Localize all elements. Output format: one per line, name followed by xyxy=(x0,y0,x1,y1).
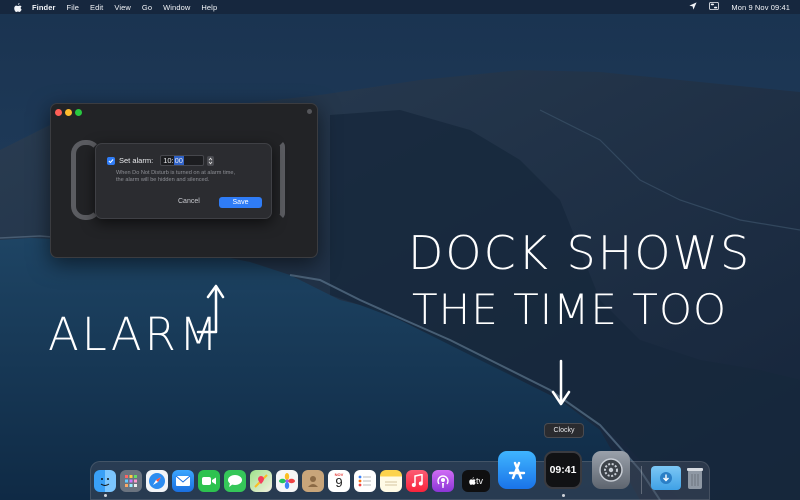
menu-edit[interactable]: Edit xyxy=(90,3,103,12)
window-minimize-button[interactable] xyxy=(65,109,72,116)
menu-window[interactable]: Window xyxy=(163,3,190,12)
menu-file[interactable]: File xyxy=(67,3,80,12)
control-center-icon[interactable] xyxy=(709,1,720,12)
trash-icon[interactable] xyxy=(685,465,705,491)
window-corner-dot xyxy=(307,109,312,114)
mail-icon[interactable] xyxy=(172,470,194,492)
arrow-down-icon xyxy=(551,359,571,406)
alarm-hours[interactable]: 10: xyxy=(163,156,173,165)
music-icon[interactable] xyxy=(406,470,428,492)
cancel-button[interactable]: Cancel xyxy=(178,198,200,205)
app-store-icon[interactable] xyxy=(498,451,536,489)
finder-icon[interactable] xyxy=(94,470,116,492)
apple-menu-icon[interactable] xyxy=(12,2,24,12)
contacts-icon[interactable] xyxy=(302,470,324,492)
podcasts-icon[interactable] xyxy=(432,470,454,492)
clock-digit-shape xyxy=(271,140,285,220)
calendar-day: 9 xyxy=(335,475,343,490)
stepper-arrows-icon xyxy=(208,157,213,164)
alarm-sheet: Set alarm: 10: 00 When Do Not Disturb is … xyxy=(95,143,272,219)
apple-tv-label: tv xyxy=(475,476,483,486)
alarm-row: Set alarm: 10: 00 xyxy=(107,155,215,166)
notes-icon[interactable] xyxy=(380,470,402,492)
apple-logo-icon xyxy=(469,477,476,485)
menu-go[interactable]: Go xyxy=(142,3,152,12)
menu-help[interactable]: Help xyxy=(201,3,217,12)
clocky-dock-time: 09:41 xyxy=(549,464,577,476)
arrow-up-icon xyxy=(196,284,225,334)
checkmark-icon xyxy=(108,158,114,163)
window-zoom-button[interactable] xyxy=(75,109,82,116)
alarm-note: When Do Not Disturb is turned on at alar… xyxy=(116,170,266,184)
dock-tooltip: Clocky xyxy=(544,423,584,438)
alarm-time-stepper[interactable] xyxy=(207,155,215,166)
menu-view[interactable]: View xyxy=(114,3,131,12)
location-arrow-icon[interactable] xyxy=(689,2,697,12)
running-indicator xyxy=(104,494,107,497)
menu-app-name[interactable]: Finder xyxy=(32,3,56,12)
alarm-note-line: the alarm will be hidden and silenced. xyxy=(116,177,210,183)
apple-tv-icon[interactable]: tv xyxy=(462,470,490,492)
photos-icon[interactable] xyxy=(276,470,298,492)
system-preferences-icon[interactable] xyxy=(592,451,630,489)
window-close-button[interactable] xyxy=(55,109,62,116)
alarm-time-field[interactable]: 10: 00 xyxy=(160,155,205,166)
reminders-icon[interactable] xyxy=(354,470,376,492)
annotation-dock-line1: DOCK SHOWS xyxy=(408,226,752,280)
set-alarm-label: Set alarm: xyxy=(119,156,154,165)
messages-icon[interactable] xyxy=(224,470,246,492)
save-button[interactable]: Save xyxy=(219,197,262,208)
facetime-icon[interactable] xyxy=(198,470,220,492)
calendar-icon[interactable]: NOV 9 xyxy=(328,470,350,492)
clocky-icon[interactable]: 09:41 xyxy=(544,451,582,489)
alarm-minutes[interactable]: 00 xyxy=(173,156,184,165)
maps-icon[interactable] xyxy=(250,470,272,492)
running-indicator xyxy=(562,494,565,497)
dock-separator xyxy=(641,466,642,494)
menu-bar: Finder File Edit View Go Window Help Mon… xyxy=(0,0,800,14)
alarm-note-line: When Do Not Disturb is turned on at alar… xyxy=(116,170,236,176)
annotation-dock-line2: THE TIME TOO xyxy=(412,285,728,334)
menu-bar-clock[interactable]: Mon 9 Nov 09:41 xyxy=(731,3,790,12)
downloads-folder-icon[interactable] xyxy=(651,466,681,490)
set-alarm-checkbox[interactable] xyxy=(107,156,115,165)
launchpad-icon[interactable] xyxy=(120,470,142,492)
safari-icon[interactable] xyxy=(146,470,168,492)
